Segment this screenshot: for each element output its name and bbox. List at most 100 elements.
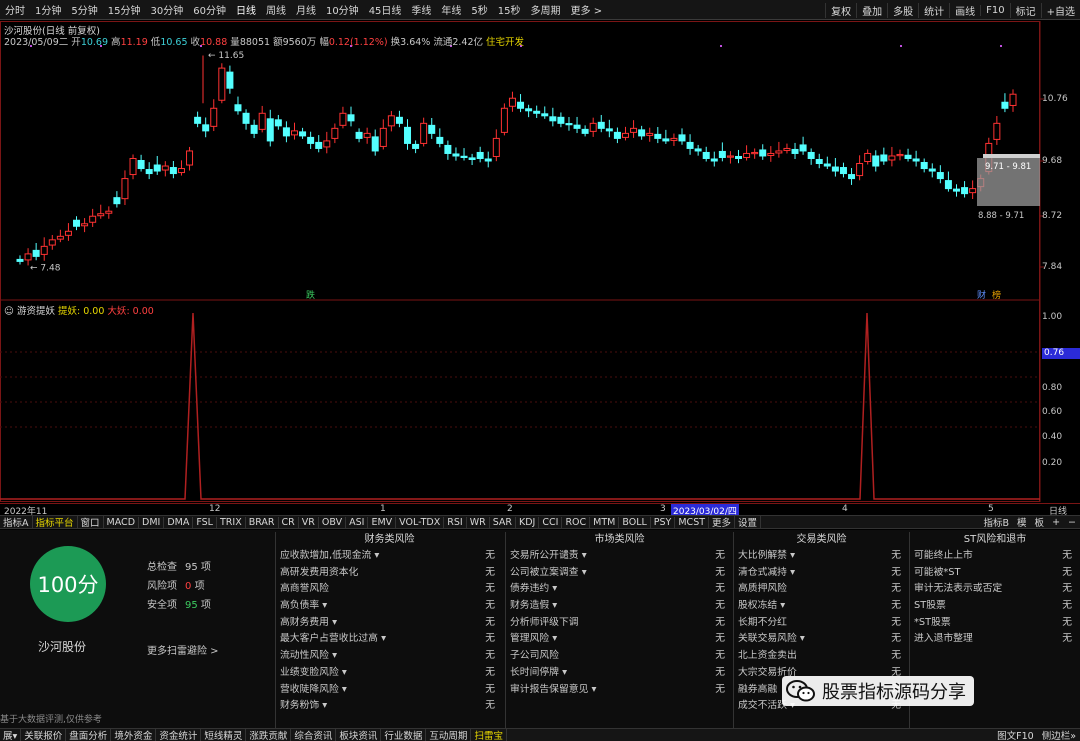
risk-item[interactable]: 财务造假 ▾ 无: [506, 598, 733, 615]
indicator-tab[interactable]: 设置: [735, 516, 762, 528]
risk-item[interactable]: 高质押风险 无: [734, 581, 909, 598]
risk-item[interactable]: 关联交易风险 ▾ 无: [734, 631, 909, 648]
risk-item[interactable]: 流动性风险 ▾ 无: [276, 648, 503, 665]
risk-item[interactable]: 长时间停牌 ▾ 无: [506, 665, 733, 682]
indicator-tab[interactable]: CCI: [539, 516, 563, 528]
risk-item[interactable]: 债券违约 ▾ 无: [506, 581, 733, 598]
risk-item[interactable]: 营收陡降风险 ▾ 无: [276, 682, 503, 699]
bottom-tab[interactable]: 扫雷宝: [471, 729, 507, 741]
indicator-tab[interactable]: VOL-TDX: [396, 516, 445, 528]
timeframe-tab[interactable]: 年线: [436, 2, 466, 17]
indicator-tab[interactable]: DMA: [164, 516, 194, 528]
risk-item[interactable]: 高商誉风险 无: [276, 581, 503, 598]
risk-item[interactable]: 交易所公开谴责 ▾ 无: [506, 548, 733, 565]
timeframe-tab[interactable]: 15秒: [493, 2, 526, 17]
risk-item[interactable]: 子公司风险 无: [506, 648, 733, 665]
timeframe-tab[interactable]: 45日线: [364, 2, 407, 17]
indicator-tab[interactable]: KDJ: [516, 516, 540, 528]
toolbar-button[interactable]: 复权: [825, 2, 856, 18]
risk-item[interactable]: 清仓式减持 ▾ 无: [734, 565, 909, 582]
bottom-tab[interactable]: 盘面分析: [66, 729, 112, 741]
indicator-tab[interactable]: CR: [279, 516, 299, 528]
timeframe-tab[interactable]: 30分钟: [145, 2, 188, 17]
timeframe-tab[interactable]: 分时: [0, 2, 30, 17]
timeframe-tab[interactable]: 周线: [261, 2, 291, 17]
indicator-tab-right[interactable]: −: [1064, 517, 1080, 528]
risk-item[interactable]: 审计无法表示或否定 无: [910, 581, 1080, 598]
indicator-tab[interactable]: MTM: [590, 516, 620, 528]
indicator-tab[interactable]: BOLL: [619, 516, 651, 528]
toolbar-button[interactable]: 多股: [887, 2, 918, 18]
indicator-tab[interactable]: TRIX: [217, 516, 246, 528]
timeframe-tab[interactable]: 月线: [291, 2, 321, 17]
indicator-tab-right[interactable]: 板: [1031, 515, 1049, 529]
bottom-tab[interactable]: 涨跌贡献: [246, 729, 292, 741]
timeframe-tab[interactable]: 10分钟: [321, 2, 364, 17]
risk-item[interactable]: 高财务费用 ▾ 无: [276, 615, 503, 632]
timeframe-tab[interactable]: 多周期: [526, 2, 566, 17]
risk-item[interactable]: 长期不分红 无: [734, 615, 909, 632]
indicator-tab[interactable]: FSL: [193, 516, 217, 528]
risk-item[interactable]: *ST股票 无: [910, 615, 1080, 632]
timeframe-tab[interactable]: 1分钟: [30, 2, 66, 17]
timeframe-tab[interactable]: 5分钟: [66, 2, 102, 17]
indicator-tab[interactable]: ASI: [346, 516, 369, 528]
risk-item[interactable]: 审计报告保留意见 ▾ 无: [506, 682, 733, 699]
bottom-tab[interactable]: 资金统计: [156, 729, 202, 741]
bottom-tab[interactable]: 关联报价: [21, 729, 67, 741]
toolbar-button[interactable]: 画线: [949, 2, 980, 18]
toolbar-button[interactable]: 标记: [1009, 2, 1041, 18]
risk-item[interactable]: 公司被立案调查 ▾ 无: [506, 565, 733, 582]
bottom-right-tab[interactable]: 侧边栏»: [1038, 728, 1080, 741]
indicator-tab[interactable]: PSY: [651, 516, 676, 528]
indicator-tab[interactable]: BRAR: [246, 516, 279, 528]
risk-item[interactable]: 进入退市整理 无: [910, 631, 1080, 648]
bottom-tab[interactable]: 综合资讯: [291, 729, 337, 741]
timeframe-tab[interactable]: 60分钟: [188, 2, 231, 17]
bottom-tab[interactable]: 短线精灵: [201, 729, 247, 741]
risk-item[interactable]: 可能被*ST 无: [910, 565, 1080, 582]
indicator-tab[interactable]: 指标A: [0, 516, 33, 528]
indicator-tab-right[interactable]: 指标B: [980, 515, 1014, 529]
risk-item[interactable]: 股权冻结 ▾ 无: [734, 598, 909, 615]
risk-item[interactable]: 可能终止上市 无: [910, 548, 1080, 565]
indicator-tab[interactable]: MCST: [675, 516, 710, 528]
timeframe-tab[interactable]: 5秒: [466, 2, 492, 17]
indicator-tab[interactable]: EMV: [368, 516, 397, 528]
timeframe-tab[interactable]: 季线: [406, 2, 436, 17]
timeframe-tab[interactable]: 15分钟: [103, 2, 146, 17]
timeframe-tab[interactable]: 更多 >: [566, 2, 608, 17]
kline-chart[interactable]: ← 11.65 ← 7.48 9.71 - 9.81 8.88 - 9.71 跌 财榜: [0, 21, 1080, 502]
risk-item[interactable]: 北上资金卖出 无: [734, 648, 909, 665]
risk-item[interactable]: 财务粉饰 ▾ 无: [276, 698, 503, 715]
indicator-tab[interactable]: SAR: [490, 516, 517, 528]
bottom-tab[interactable]: 展▾: [0, 729, 22, 741]
bottom-right-tab[interactable]: 图文F10: [993, 728, 1038, 741]
indicator-tab[interactable]: DMI: [139, 516, 165, 528]
indicator-tab[interactable]: WR: [467, 516, 490, 528]
risk-item[interactable]: 应收款增加,低现金流 ▾ 无: [276, 548, 503, 565]
indicator-tab[interactable]: OBV: [319, 516, 347, 528]
risk-item[interactable]: ST股票 无: [910, 598, 1080, 615]
risk-item[interactable]: 分析师评级下调 无: [506, 615, 733, 632]
toolbar-button[interactable]: F10: [980, 4, 1009, 16]
indicator-tab[interactable]: 窗口: [78, 516, 104, 528]
indicator-tab[interactable]: 指标平台: [33, 516, 78, 528]
indicator-tab-right[interactable]: +: [1048, 517, 1064, 528]
indicator-tab-right[interactable]: 模: [1013, 515, 1031, 529]
more-scan-link[interactable]: 更多扫雷避险 >: [147, 642, 219, 657]
toolbar-button[interactable]: 叠加: [856, 2, 887, 18]
toolbar-button[interactable]: 统计: [918, 2, 949, 18]
risk-item[interactable]: 大比例解禁 ▾ 无: [734, 548, 909, 565]
bottom-tab[interactable]: 行业数据: [381, 729, 427, 741]
bottom-tab[interactable]: 境外资金: [111, 729, 157, 741]
bottom-tab[interactable]: 板块资讯: [336, 729, 382, 741]
risk-item[interactable]: 管理风险 ▾ 无: [506, 631, 733, 648]
indicator-tab[interactable]: RSI: [444, 516, 467, 528]
risk-item[interactable]: 最大客户占营收比过高 ▾ 无: [276, 631, 503, 648]
indicator-tab[interactable]: MACD: [104, 516, 140, 528]
timeframe-tab[interactable]: 日线: [231, 2, 261, 17]
indicator-tab[interactable]: 更多: [709, 516, 736, 528]
toolbar-button[interactable]: +自选: [1040, 2, 1080, 18]
indicator-tab[interactable]: VR: [299, 516, 319, 528]
